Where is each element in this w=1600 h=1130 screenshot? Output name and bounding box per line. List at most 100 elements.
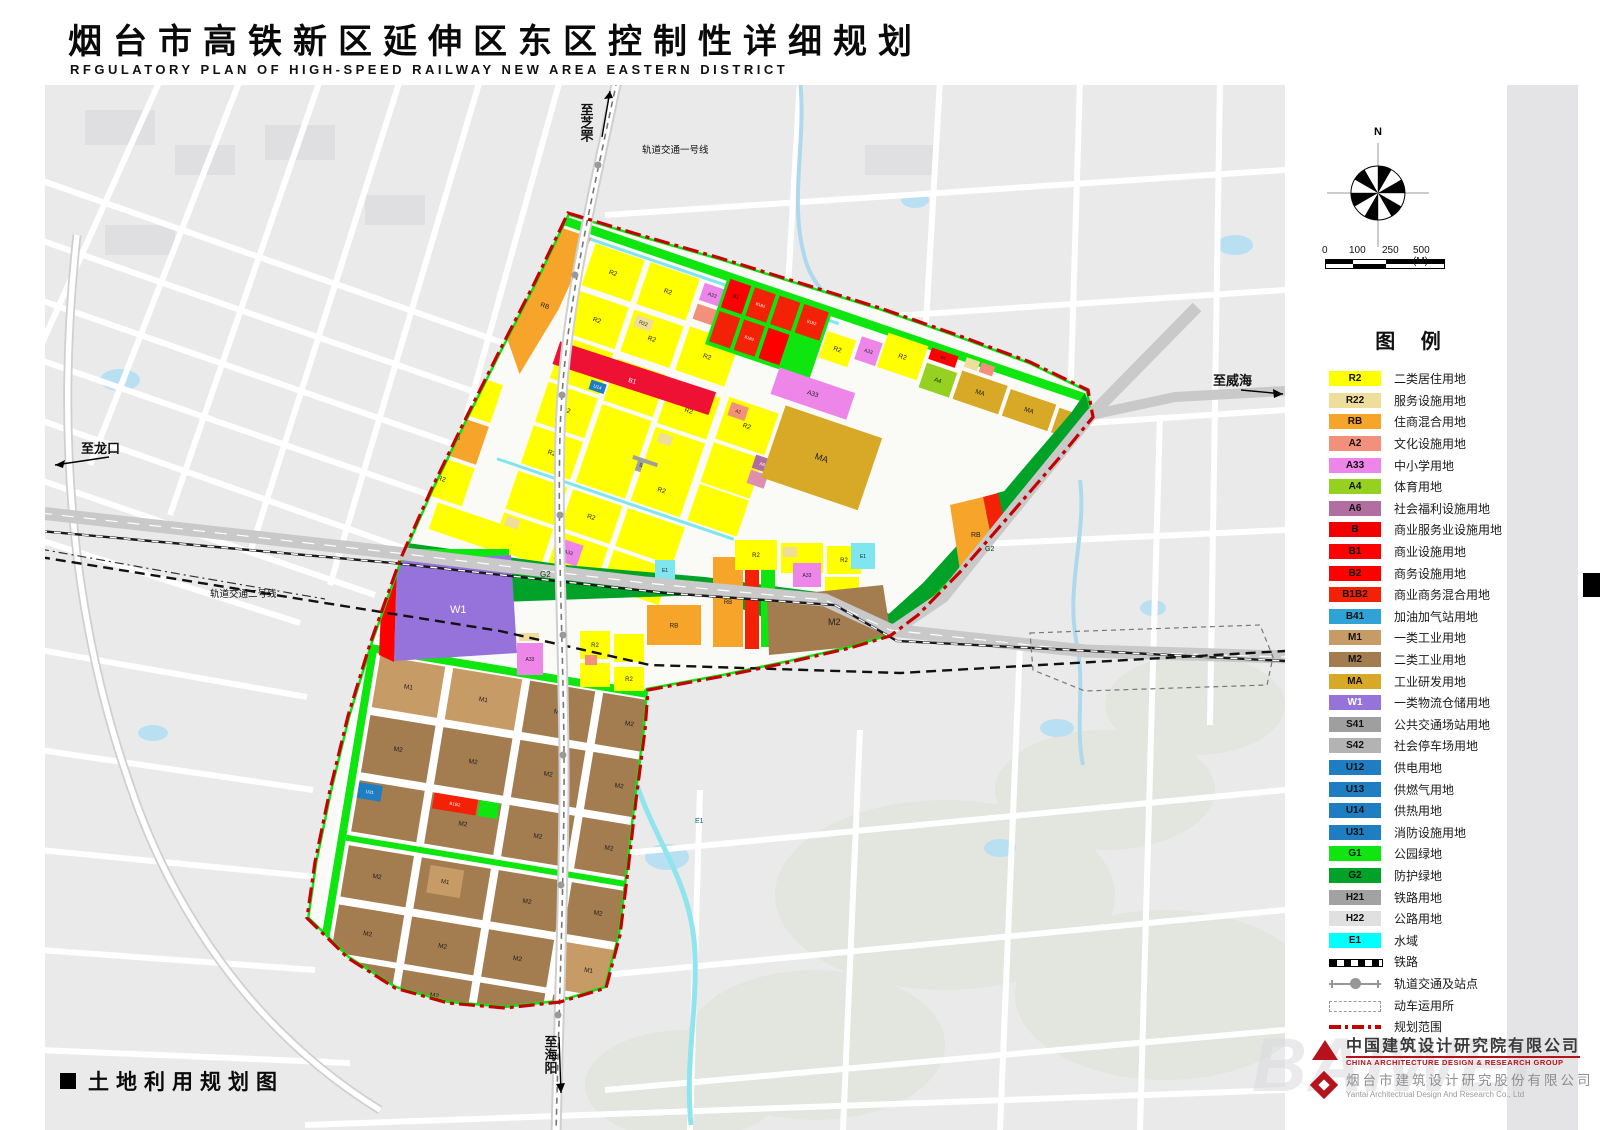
yantai-seal-icon (1312, 1073, 1338, 1097)
plan-map: RBR2R2A33R2R2R22R2R2B1R2U14S41R2A2A6B1B1… (45, 85, 1285, 1130)
map-shape (975, 563, 989, 630)
legend-label: 中小学用地 (1394, 457, 1454, 474)
parcel-code-label: A33 (526, 657, 535, 663)
map-shape (45, 750, 313, 790)
legend-item: W1 一类物流仓储用地 (1319, 692, 1507, 714)
map-shape (1105, 655, 1285, 755)
map-shape (1070, 85, 1080, 410)
parcel-code-label: R2 (625, 677, 633, 683)
caption-text: 土地利用规划图 (88, 1066, 284, 1096)
legend-swatch: B41 (1329, 609, 1381, 624)
legend-swatch: W1 (1329, 695, 1381, 710)
legend-swatch: A4 (1329, 479, 1381, 494)
legend-swatch: A33 (1329, 458, 1381, 473)
map-shape (1040, 719, 1074, 737)
parcel-code-label: R2 (752, 553, 760, 559)
legend-swatch: H21 (1329, 890, 1381, 905)
sheet-edge-tab (1583, 573, 1600, 597)
credit-zh: 烟台市建筑设计研究股份有限公司 (1346, 1073, 1594, 1089)
sheet-edge-strip (1507, 85, 1578, 1130)
legend-item: B1B2商业商务混合用地 (1319, 584, 1507, 606)
legend: 图 例 R2二类居住用地R22服务设施用地RB住商混合用地A2文化设施用地A33… (1319, 325, 1507, 1037)
legend-item: A2 文化设施用地 (1319, 433, 1507, 455)
parcel-G1 (477, 800, 499, 819)
map-shape (560, 632, 567, 639)
map-label: G2 (540, 570, 551, 579)
scale-tick-label: 0 (1322, 245, 1328, 256)
legend-item: MA工业研发用地 (1319, 670, 1507, 692)
map-shape (45, 650, 307, 697)
map-label: 轨道交通一号线 (642, 144, 709, 156)
legend-label: 商业服务业设施用地 (1394, 521, 1502, 538)
legend-swatch: U14 (1329, 803, 1381, 818)
credit-zh: 中国建筑设计研究院有限公司 (1346, 1038, 1580, 1058)
depot-symbol-icon (1329, 998, 1381, 1013)
legend-swatch: B2 (1329, 566, 1381, 581)
map-label: 至龙口 (81, 441, 120, 456)
legend-item: U13供燃气用地 (1319, 778, 1507, 800)
legend-item: RB住商混合用地 (1319, 411, 1507, 433)
legend-item: B2 商务设施用地 (1319, 562, 1507, 584)
legend-item: E1水域 (1319, 929, 1507, 951)
legend-label: 公园绿地 (1394, 845, 1442, 862)
map-label: RB (971, 532, 981, 539)
railway-symbol-icon (1329, 954, 1381, 969)
map-caption: 土地利用规划图 (60, 1066, 284, 1096)
legend-label: 动车运用所 (1394, 997, 1454, 1014)
legend-swatch: A6 (1329, 501, 1381, 516)
legend-swatch: U13 (1329, 782, 1381, 797)
page-subtitle: RFGULATORY PLAN OF HIGH-SPEED RAILWAY NE… (70, 62, 788, 77)
legend-swatch: S41 (1329, 717, 1381, 732)
map-shape (605, 170, 1285, 215)
legend-label: 体育用地 (1394, 478, 1442, 495)
legend-item: A6 社会福利设施用地 (1319, 498, 1507, 520)
legend-swatch: E1 (1329, 933, 1381, 948)
map-label: M2 (828, 617, 841, 627)
legend-rows: R2二类居住用地R22服务设施用地RB住商混合用地A2文化设施用地A33中小学用… (1319, 368, 1507, 1037)
map-canvas: RBR2R2A33R2R2R22R2R2B1R2U14S41R2A2A6B1B1… (45, 85, 1285, 1130)
legend-item: H21铁路用地 (1319, 886, 1507, 908)
legend-item: U12供电用地 (1319, 757, 1507, 779)
map-shape (560, 752, 567, 759)
legend-label: 公共交通场站用地 (1394, 716, 1490, 733)
legend-swatch: H22 (1329, 911, 1381, 926)
map-shape (559, 392, 566, 399)
legend-label: 商业商务混合用地 (1394, 586, 1490, 603)
legend-item: M2二类工业用地 (1319, 649, 1507, 671)
legend-swatch: R22 (1329, 393, 1381, 408)
legend-label: 一类物流仓储用地 (1394, 694, 1490, 711)
legend-swatch: M1 (1329, 630, 1381, 645)
legend-label: 加油加气站用地 (1394, 608, 1478, 625)
legend-swatch: M2 (1329, 652, 1381, 667)
legend-swatch: A2 (1329, 436, 1381, 451)
legend-label: 防护绿地 (1394, 867, 1442, 884)
legend-label: 一类工业用地 (1394, 629, 1466, 646)
legend-item: S41 公共交通场站用地 (1319, 714, 1507, 736)
legend-label: 社会停车场用地 (1394, 737, 1478, 754)
legend-label: 社会福利设施用地 (1394, 500, 1490, 517)
parcel-code-label: R2 (591, 643, 599, 649)
legend-item: S42社会停车场用地 (1319, 735, 1507, 757)
map-shape (555, 1012, 562, 1019)
legend-swatch: U31 (1329, 825, 1381, 840)
map-label: 轨道交通二号线 (210, 588, 277, 600)
legend-label: 文化设施用地 (1394, 435, 1466, 452)
map-label: 至海阳 (543, 1035, 558, 1075)
map-label: G2 (985, 546, 994, 553)
map-label: 至芝罘 (579, 103, 594, 143)
legend-label: 商务设施用地 (1394, 565, 1466, 582)
legend-item: A4 体育用地 (1319, 476, 1507, 498)
credits-block: 中国建筑设计研究院有限公司 CHINA ARCHITECTURE DESIGN … (1312, 1038, 1600, 1105)
parcel-code-label: RB (724, 600, 732, 606)
credit-en: CHINA ARCHITECTURE DESIGN & RESEARCH GRO… (1346, 1058, 1580, 1067)
legend-item: G2防护绿地 (1319, 865, 1507, 887)
credit-row: 烟台市建筑设计研究股份有限公司 Yantai Architectrual Des… (1312, 1073, 1600, 1098)
legend-swatch: U12 (1329, 760, 1381, 775)
map-shape (557, 512, 564, 519)
credit-en: Yantai Architectrual Design And Research… (1346, 1090, 1594, 1099)
legend-label: 消防设施用地 (1394, 824, 1466, 841)
legend-label: 服务设施用地 (1394, 392, 1466, 409)
parcel-B41 (477, 1015, 496, 1028)
legend-item: G1公园绿地 (1319, 843, 1507, 865)
map-label: W1 (450, 604, 467, 616)
